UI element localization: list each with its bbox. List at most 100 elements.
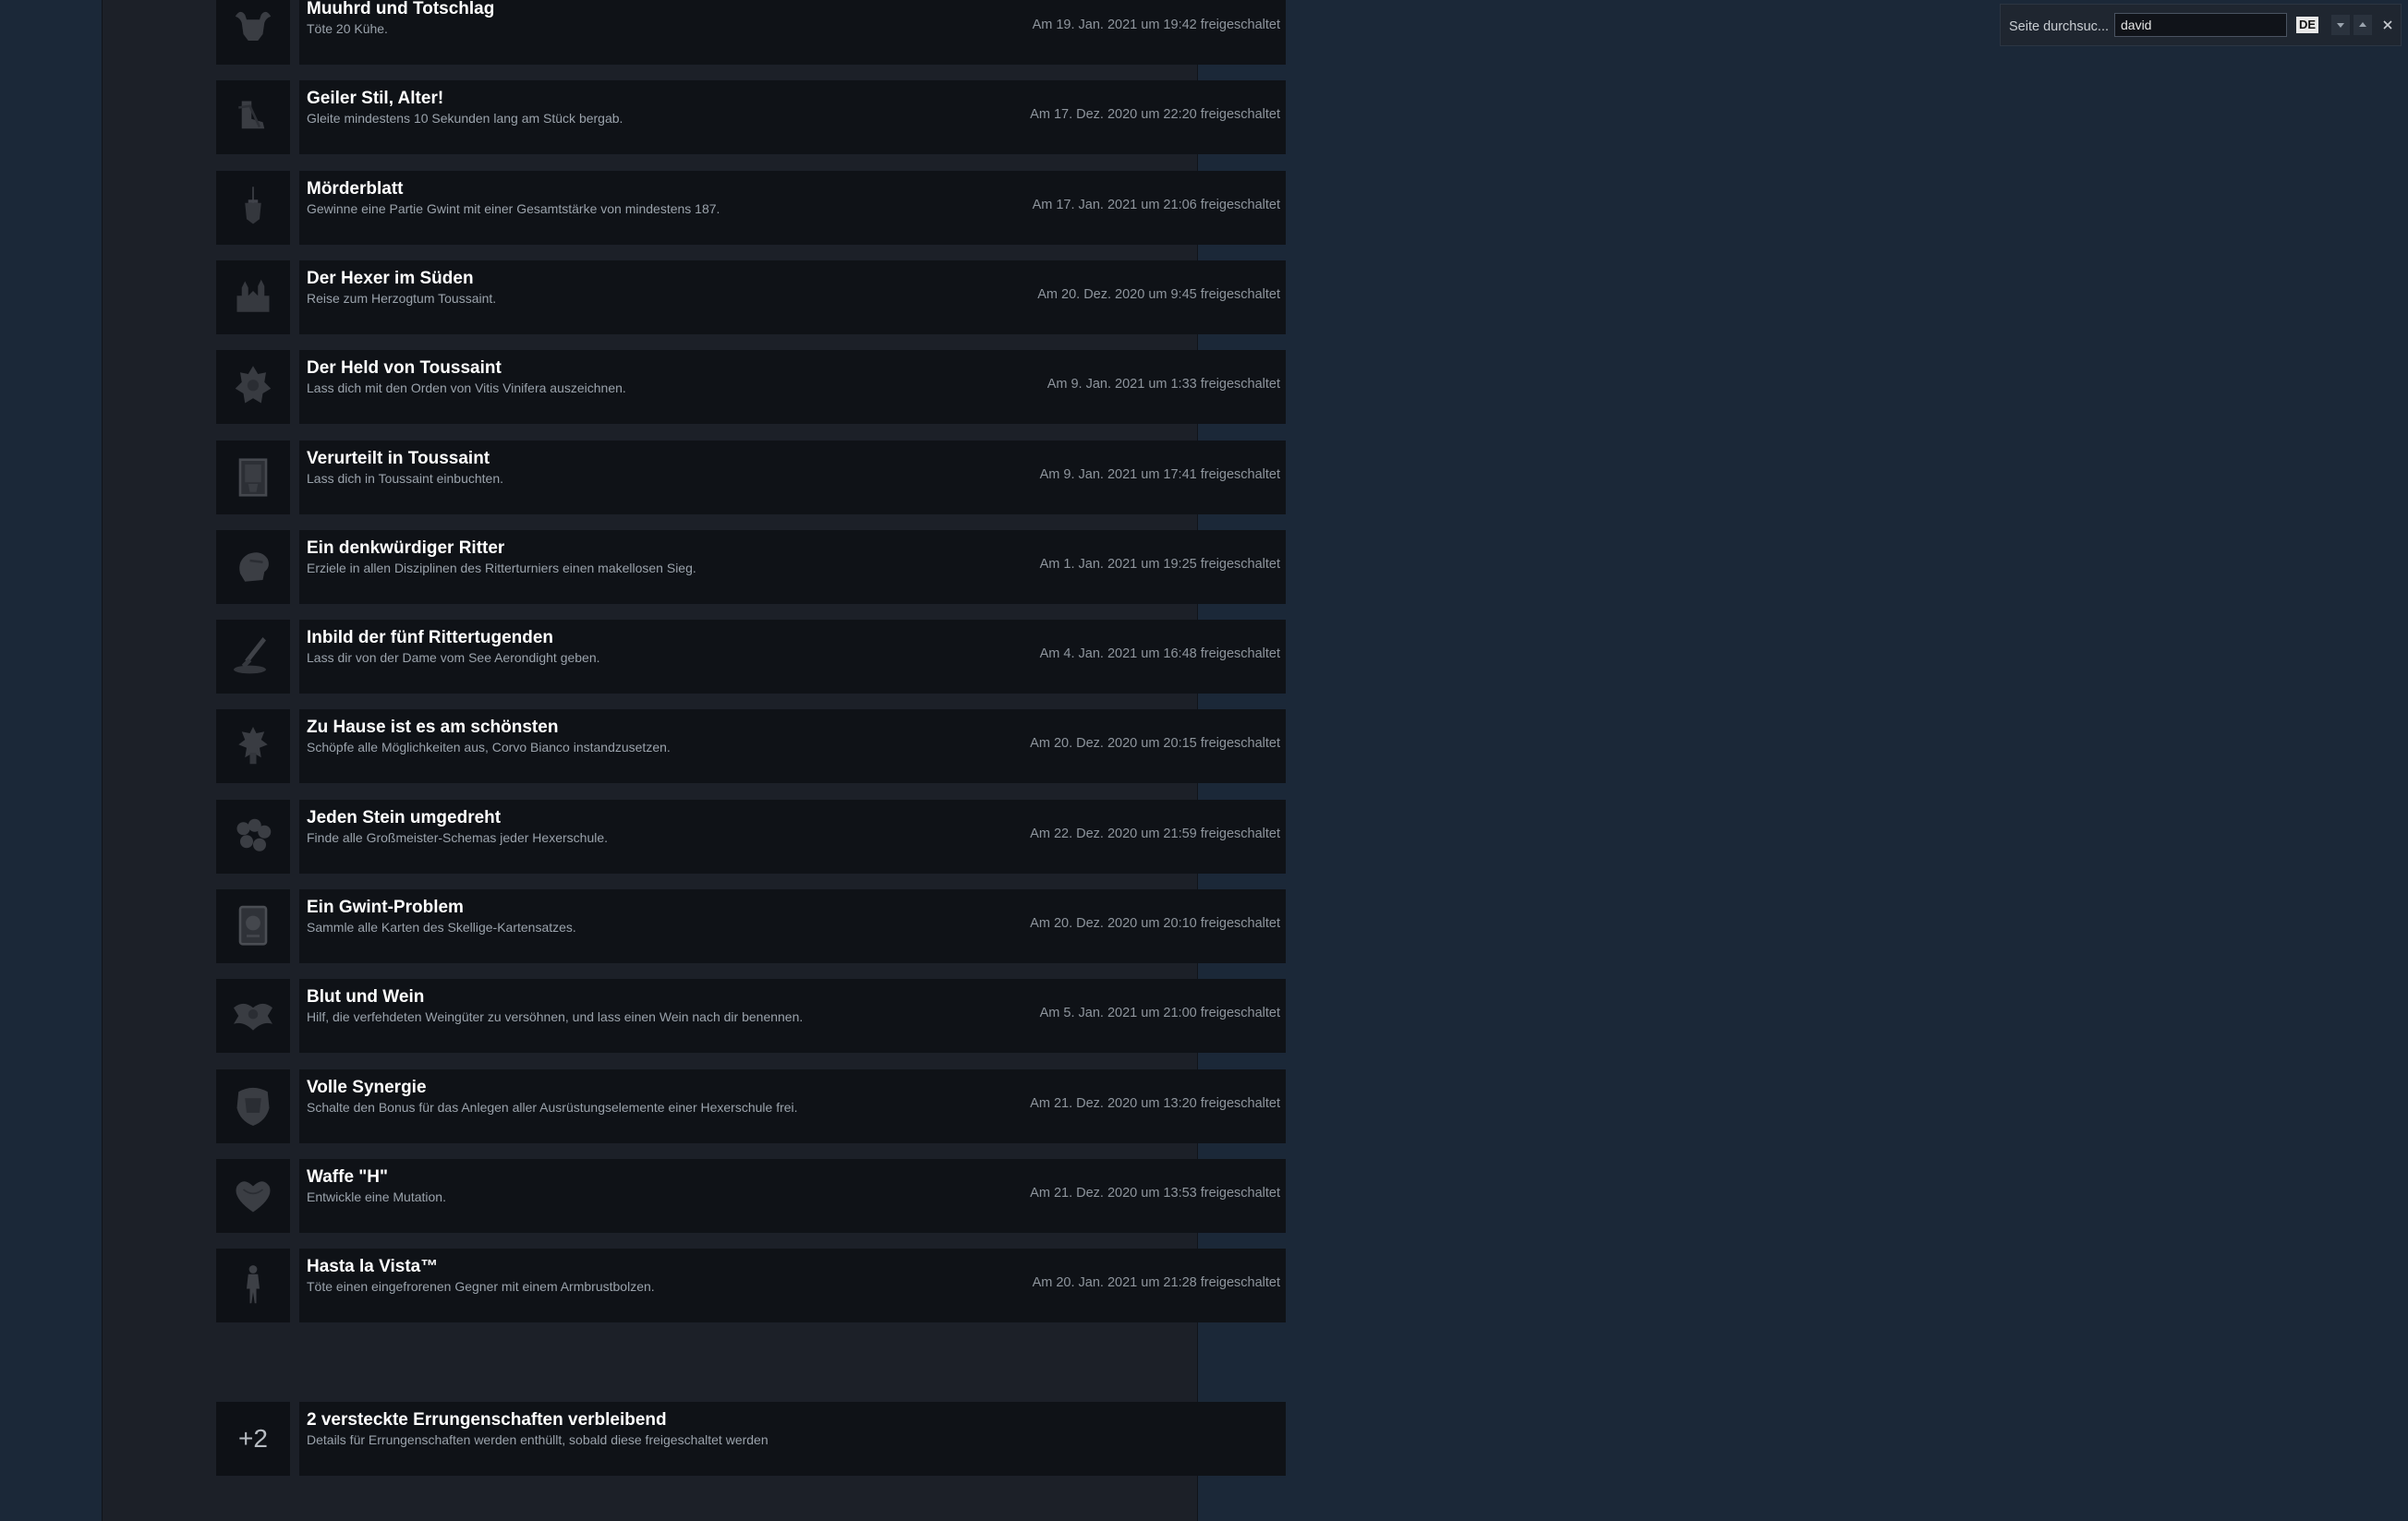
sword-in-lake-icon — [234, 637, 266, 674]
prison-icon — [238, 458, 268, 497]
heart-mutation-icon — [236, 1181, 271, 1213]
armor-icon — [236, 1087, 270, 1126]
achievement-row: Hasta la Vista™ Töte einen eingefrorenen … — [216, 1249, 1286, 1322]
sword-shield-icon — [245, 187, 261, 224]
achievement-unlock-time: Am 22. Dez. 2020 um 21:59 freigeschaltet — [1030, 827, 1280, 841]
achievement-unlock-time: Am 20. Jan. 2021 um 21:28 freigeschaltet — [1032, 1275, 1280, 1290]
achievement-body: Der Held von Toussaint Lass dich mit den … — [299, 350, 1286, 424]
achievement-description: Lass dich in Toussaint einbuchten. — [307, 471, 503, 486]
school-medallions-icon — [236, 818, 272, 851]
achievement-row: Zu Hause ist es am schönsten Schöpfe alle… — [216, 709, 1286, 783]
achievement-icon-frame — [216, 889, 290, 963]
achievement-description: Finde alle Großmeister-Schemas jeder Hex… — [307, 830, 609, 845]
achievement-unlock-time: Am 1. Jan. 2021 um 19:25 freigeschaltet — [1039, 557, 1280, 572]
achievement-description: Lass dir von der Dame vom See Aerondight… — [307, 650, 600, 665]
achievement-description: Töte 20 Kühe. — [307, 21, 388, 36]
achievement-row: Ein denkwürdiger Ritter Erziele in allen … — [216, 530, 1286, 604]
achievement-icon-frame — [216, 171, 290, 245]
achievement-unlock-time: Am 4. Jan. 2021 um 16:48 freigeschaltet — [1039, 646, 1280, 661]
achievement-icon-frame — [216, 1069, 290, 1143]
achievement-body: Zu Hause ist es am schönsten Schöpfe alle… — [299, 709, 1286, 783]
achievement-description: Sammle alle Karten des Skellige-Kartensa… — [307, 920, 576, 935]
achievement-unlock-time: Am 20. Dez. 2020 um 9:45 freigeschaltet — [1037, 287, 1280, 302]
achievement-name: Zu Hause ist es am schönsten — [307, 718, 559, 737]
achievement-row: Der Held von Toussaint Lass dich mit den … — [216, 350, 1286, 424]
achievement-description: Erziele in allen Disziplinen des Rittert… — [307, 561, 696, 575]
chevron-down-icon — [2337, 23, 2344, 28]
achievement-row: Inbild der fünf Rittertugenden Lass dir v… — [216, 620, 1286, 694]
achievement-description: Reise zum Herzogtum Toussaint. — [307, 291, 497, 306]
achievement-unlock-time: Am 9. Jan. 2021 um 17:41 freigeschaltet — [1039, 467, 1280, 482]
find-previous-button[interactable] — [2354, 15, 2372, 35]
achievement-name: Der Hexer im Süden — [307, 269, 474, 288]
hidden-achievements-body: 2 versteckte Errungenschaften verbleiben… — [299, 1402, 1286, 1476]
achievement-description: Gewinne eine Partie Gwint mit einer Gesa… — [307, 201, 720, 216]
achievement-name: Mörderblatt — [307, 179, 404, 199]
achievement-name: Geiler Stil, Alter! — [307, 89, 444, 108]
frozen-figure-icon — [247, 1265, 260, 1304]
achievement-row: Volle Synergie Schalte den Bonus für das … — [216, 1069, 1286, 1143]
find-input[interactable] — [2114, 13, 2287, 37]
achievement-body: Verurteilt in Toussaint Lass dich in Tous… — [299, 441, 1286, 514]
achievement-icon-frame — [216, 530, 290, 604]
achievement-icon-frame — [216, 979, 290, 1053]
achievement-row: Verurteilt in Toussaint Lass dich in Tous… — [216, 441, 1286, 514]
achievement-description: Schalte den Bonus für das Anlegen aller … — [307, 1100, 798, 1115]
achievement-name: Muuhrd und Totschlag — [307, 0, 495, 18]
achievement-row: Blut und Wein Hilf, die verfehdeten Weing… — [216, 979, 1286, 1053]
achievement-description: Schöpfe alle Möglichkeiten aus, Corvo Bi… — [307, 740, 671, 754]
achievement-body: Blut und Wein Hilf, die verfehdeten Weing… — [299, 979, 1286, 1053]
achievement-description: Lass dich mit den Orden von Vitis Vinife… — [307, 380, 626, 395]
input-language-indicator: DE — [2296, 17, 2319, 33]
find-close-button[interactable] — [2378, 15, 2398, 35]
achievement-name: Volle Synergie — [307, 1078, 427, 1097]
achievement-description: Töte einen eingefrorenen Gegner mit eine… — [307, 1279, 655, 1294]
achievement-body: Der Hexer im Süden Reise zum Herzogtum To… — [299, 260, 1286, 334]
achievement-body: Ein denkwürdiger Ritter Erziele in allen … — [299, 530, 1286, 604]
achievement-row: Jeden Stein umgedreht Finde alle Großmeis… — [216, 800, 1286, 874]
knight-helmet-icon — [239, 552, 269, 582]
achievement-body: Waffe "H" Entwickle eine Mutation. Am 21. … — [299, 1159, 1286, 1233]
achievement-description: Gleite mindestens 10 Sekunden lang am St… — [307, 111, 623, 126]
achievement-unlock-time: Am 21. Dez. 2020 um 13:20 freigeschaltet — [1030, 1096, 1280, 1111]
achievement-body: Inbild der fünf Rittertugenden Lass dir v… — [299, 620, 1286, 694]
achievement-row: Mörderblatt Gewinne eine Partie Gwint mit… — [216, 171, 1286, 245]
achievement-name: Ein Gwint-Problem — [307, 898, 464, 917]
achievement-name: Verurteilt in Toussaint — [307, 449, 490, 468]
achievement-icon-frame — [216, 260, 290, 334]
hidden-achievements-desc: Details für Errungenschaften werden enth… — [307, 1432, 768, 1447]
hidden-achievements-row: +2 2 versteckte Errungenschaften verblei… — [216, 1402, 1286, 1476]
medal-icon — [235, 366, 272, 404]
hidden-count-badge: +2 — [216, 1402, 290, 1476]
achievement-unlock-time: Am 9. Jan. 2021 um 1:33 freigeschaltet — [1047, 377, 1280, 392]
close-icon — [2383, 20, 2392, 30]
achievement-name: Der Held von Toussaint — [307, 358, 502, 378]
hidden-achievements-title: 2 versteckte Errungenschaften verbleiben… — [307, 1410, 667, 1430]
achievement-body: Geiler Stil, Alter! Gleite mindestens 10 … — [299, 80, 1286, 154]
achievement-icon-frame — [216, 441, 290, 514]
achievement-icon-frame — [216, 1249, 290, 1322]
achievement-unlock-time: Am 17. Jan. 2021 um 21:06 freigeschaltet — [1032, 198, 1280, 212]
achievement-body: Jeden Stein umgedreht Finde alle Großmeis… — [299, 800, 1286, 874]
boot-icon — [238, 101, 265, 129]
achievement-icon-frame — [216, 620, 290, 694]
achievement-icon-frame — [216, 800, 290, 874]
card-icon — [238, 905, 268, 946]
achievement-icon-frame — [216, 0, 290, 65]
achievement-icon-frame — [216, 80, 290, 154]
find-next-button[interactable] — [2331, 15, 2350, 35]
achievement-name: Jeden Stein umgedreht — [307, 808, 502, 827]
chevron-up-icon — [2359, 22, 2366, 27]
achievement-body: Hasta la Vista™ Töte einen eingefrorenen … — [299, 1249, 1286, 1322]
achievement-unlock-time: Am 20. Dez. 2020 um 20:10 freigeschaltet — [1030, 916, 1280, 931]
bull-skull-icon — [235, 11, 272, 41]
achievement-body: Muuhrd und Totschlag Töte 20 Kühe. Am 19. … — [299, 0, 1286, 65]
achievement-icon-frame — [216, 350, 290, 424]
achievement-body: Volle Synergie Schalte den Bonus für das … — [299, 1069, 1286, 1143]
achievement-name: Inbild der fünf Rittertugenden — [307, 628, 554, 647]
achievement-name: Waffe "H" — [307, 1167, 389, 1187]
estate-icon — [238, 727, 268, 765]
achievement-icon-frame — [216, 1159, 290, 1233]
achievement-name: Blut und Wein — [307, 987, 425, 1007]
achievement-name: Hasta la Vista™ — [307, 1257, 439, 1276]
